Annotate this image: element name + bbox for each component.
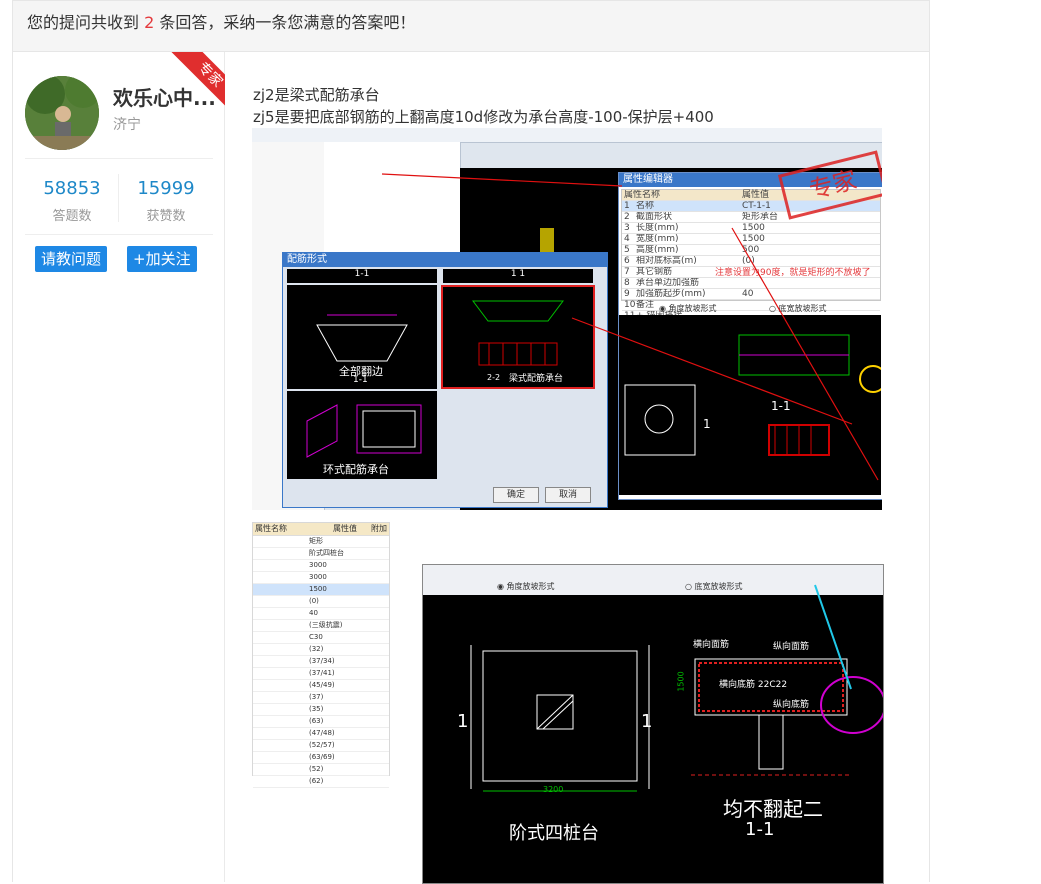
expert-badge: 专家 bbox=[163, 52, 225, 114]
table2-row[interactable]: (63/69) bbox=[253, 752, 389, 764]
table2-value: 1500 bbox=[309, 585, 327, 593]
table2-value: 3000 bbox=[309, 573, 327, 581]
answer-count-prefix: 您的提问共收到 bbox=[27, 13, 140, 32]
table2-value: (35) bbox=[309, 705, 324, 713]
section-caption: 均不翻起二 bbox=[723, 797, 823, 821]
table2-row[interactable]: C30 bbox=[253, 632, 389, 644]
table2-row[interactable]: (0) bbox=[253, 596, 389, 608]
table2-row[interactable]: 40 bbox=[253, 608, 389, 620]
table2-value: 阶式四桩台 bbox=[309, 549, 344, 557]
pile-cap-drawing bbox=[470, 584, 883, 792]
table2-value: 矩形 bbox=[309, 537, 323, 545]
table2-row[interactable]: (47/48) bbox=[253, 728, 389, 740]
table2-header-extra: 附加 bbox=[371, 524, 387, 533]
table2-row[interactable]: 矩形 bbox=[253, 536, 389, 548]
section-dim: 1500 bbox=[676, 671, 686, 692]
table2-row[interactable]: (37/41) bbox=[253, 668, 389, 680]
divider bbox=[25, 158, 213, 159]
table2-value: (37) bbox=[309, 693, 324, 701]
answer-line-1: zj2是梁式配筋承台 bbox=[253, 86, 380, 104]
label-bottom-rebar: 横向底筋 22C22 bbox=[719, 680, 788, 690]
table2-header-value: 属性值 bbox=[333, 524, 357, 533]
table2-row[interactable]: (37/34) bbox=[253, 656, 389, 668]
table2-value: 40 bbox=[309, 609, 318, 617]
answer-line-2: zj5是要把底部钢筋的上翻高度10d修改为承台高度-100-保护层+400 bbox=[253, 108, 714, 126]
likes-stat: 15999 获赞数 bbox=[119, 178, 213, 224]
table2-value: (63/69) bbox=[309, 753, 335, 761]
avatar-photo bbox=[25, 76, 99, 150]
table2-row[interactable]: (52) bbox=[253, 764, 389, 776]
label-bottom-rebar-2: 纵向底筋 bbox=[773, 700, 810, 710]
annotation-arrows bbox=[381, 173, 879, 481]
table2-value: (0) bbox=[309, 597, 319, 605]
label-top-rebar-2: 纵向面筋 bbox=[773, 642, 810, 652]
table2-row[interactable]: (32) bbox=[253, 644, 389, 656]
answer-card: 欢乐心中... 济宁 专家 58853 答题数 15999 获赞数 请教问题 +… bbox=[12, 52, 930, 884]
answer-count-bar: 您的提问共收到 2 条回答，采纳一条您满意的答案吧！ bbox=[12, 0, 930, 52]
table2-header-name: 属性名称 bbox=[255, 524, 287, 533]
table2-row[interactable]: 3000 bbox=[253, 560, 389, 572]
answer-text: zj2是梁式配筋承台 zj5是要把底部钢筋的上翻高度10d修改为承台高度-100… bbox=[253, 84, 714, 128]
plan-dim: 3200 bbox=[543, 785, 564, 794]
table2-value: (37/41) bbox=[309, 669, 335, 677]
ask-question-button[interactable]: 请教问题 bbox=[35, 246, 108, 272]
avatar[interactable] bbox=[25, 76, 99, 150]
table2-row[interactable]: (52/57) bbox=[253, 740, 389, 752]
user-panel: 欢乐心中... 济宁 专家 58853 答题数 15999 获赞数 请教问题 +… bbox=[13, 52, 225, 882]
plan-axis-right: 1 bbox=[641, 711, 653, 732]
answers-label: 答题数 bbox=[52, 209, 92, 224]
table2-value: (32) bbox=[309, 645, 324, 653]
plan-caption: 阶式四桩台 bbox=[509, 823, 599, 844]
answer-image-1[interactable]: 属性编辑器 属性名称 属性值 1 名称 CT-1-1 2 截面形状 矩形承台 3 长度(mm)… bbox=[252, 128, 882, 510]
answer-image-2-drawing[interactable]: ◉ 角度放坡形式 ○ 底宽放坡形式 1 1 3200 1500 横向面筋 纵向面… bbox=[422, 564, 884, 884]
table2-value: 3000 bbox=[309, 561, 327, 569]
table2-row[interactable]: 3000 bbox=[253, 572, 389, 584]
label-top-rebar: 横向面筋 bbox=[693, 640, 730, 650]
answers-stat: 58853 答题数 bbox=[25, 178, 119, 224]
table2-row[interactable]: (37) bbox=[253, 692, 389, 704]
table2-row[interactable]: (62) bbox=[253, 776, 389, 788]
table2-row[interactable]: 1500 bbox=[253, 584, 389, 596]
table2-value: (52/57) bbox=[309, 741, 335, 749]
table2-value: (52) bbox=[309, 765, 324, 773]
answer-count-suffix: 条回答，采纳一条您满意的答案吧！ bbox=[159, 13, 416, 32]
table2-row[interactable]: 阶式四桩台 bbox=[253, 548, 389, 560]
section-sec: 1-1 bbox=[745, 819, 775, 840]
plan-axis-left: 1 bbox=[457, 711, 469, 732]
follow-button[interactable]: +加关注 bbox=[127, 246, 197, 272]
table2-value: (63) bbox=[309, 717, 324, 725]
table2-value: (37/34) bbox=[309, 657, 335, 665]
table2-value: (45/49) bbox=[309, 681, 335, 689]
table2-row[interactable]: (三级抗震) bbox=[253, 620, 389, 632]
table2-row[interactable]: (63) bbox=[253, 716, 389, 728]
answer-count-number: 2 bbox=[144, 13, 155, 32]
table2-row[interactable]: (45/49) bbox=[253, 680, 389, 692]
expert-badge-label: 专家 bbox=[170, 52, 225, 114]
table2-value: C30 bbox=[309, 633, 323, 641]
table2-value: (62) bbox=[309, 777, 324, 785]
table2-row[interactable]: (35) bbox=[253, 704, 389, 716]
table2-value: (47/48) bbox=[309, 729, 335, 737]
likes-label: 获赞数 bbox=[146, 209, 186, 224]
likes-value: 15999 bbox=[137, 178, 195, 199]
divider bbox=[25, 234, 213, 235]
table2-value: (三级抗震) bbox=[309, 621, 343, 629]
user-city: 济宁 bbox=[113, 117, 141, 133]
answer-image-2-table[interactable]: 属性名称 属性值 附加 矩形阶式四桩台 3000 3000 1500 (0) 40 (三级抗… bbox=[252, 522, 390, 788]
answers-value: 58853 bbox=[43, 178, 101, 199]
